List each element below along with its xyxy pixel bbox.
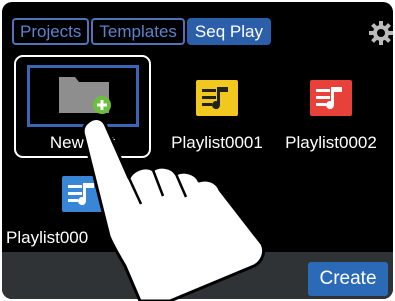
pointing-hand-icon xyxy=(81,117,266,301)
